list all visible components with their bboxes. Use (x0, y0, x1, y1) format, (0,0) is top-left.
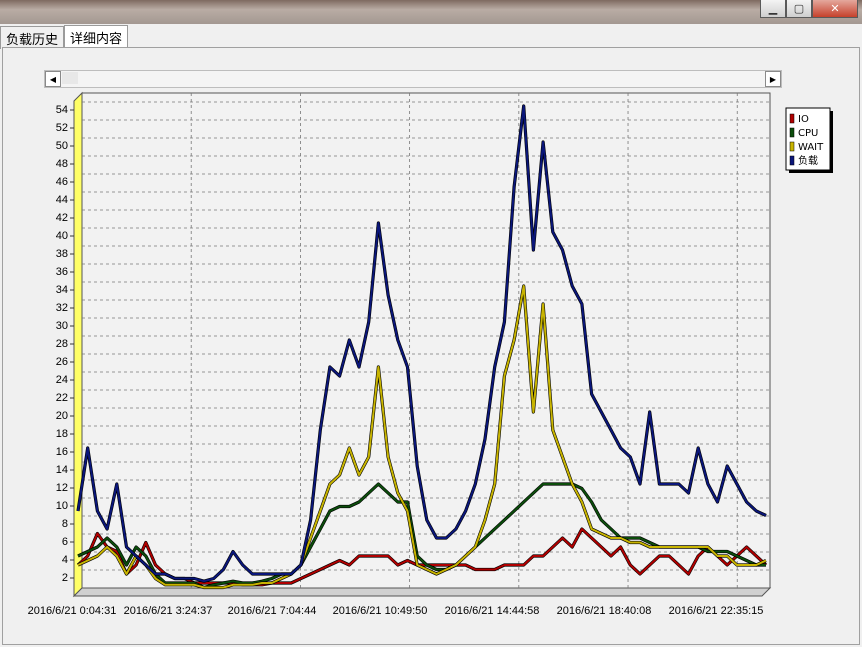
y-tick-label: 28 (56, 338, 68, 350)
x-tick-label: 2016/6/21 0:04:31 (28, 605, 117, 617)
y-tick-label: 18 (56, 428, 68, 440)
y-tick-label: 42 (56, 212, 68, 224)
chart-floor (72, 587, 772, 597)
y-tick-label: 8 (62, 518, 68, 530)
y-tick-label: 38 (56, 248, 68, 260)
y-tick-label: 30 (56, 320, 68, 332)
line-chart: 2468101214161820222426283032343638404244… (28, 91, 833, 617)
y-tick-label: 4 (62, 554, 68, 566)
y-tick-label: 12 (56, 482, 68, 494)
legend-swatch (789, 127, 795, 138)
legend-swatch (789, 155, 795, 166)
y-tick-label: 20 (56, 410, 68, 422)
y-tick-label: 52 (56, 122, 68, 134)
x-tick-label: 2016/6/21 7:04:44 (228, 605, 317, 617)
legend-swatch (789, 141, 795, 152)
y-tick-label: 6 (62, 536, 68, 548)
chart-left-wall (73, 91, 83, 598)
y-tick-label: 24 (56, 374, 68, 386)
y-tick-label: 34 (56, 284, 68, 296)
x-tick-label: 2016/6/21 14:44:58 (445, 605, 540, 617)
legend-label: 负载 (798, 154, 818, 167)
legend-label: CPU (798, 128, 818, 139)
y-tick-label: 46 (56, 176, 68, 188)
y-tick-label: 54 (56, 104, 68, 116)
y-tick-label: 26 (56, 356, 68, 368)
legend-label: WAIT (798, 142, 824, 153)
x-tick-label: 2016/6/21 10:49:50 (333, 605, 428, 617)
y-tick-label: 2 (62, 572, 68, 584)
y-tick-label: 22 (56, 392, 68, 404)
y-tick-label: 32 (56, 302, 68, 314)
x-tick-label: 2016/6/21 3:24:37 (124, 605, 213, 617)
y-tick-label: 10 (56, 500, 68, 512)
y-tick-label: 14 (56, 464, 68, 476)
y-tick-label: 48 (56, 158, 68, 170)
x-tick-label: 2016/6/21 22:35:15 (669, 605, 764, 617)
legend-label: IO (798, 114, 809, 125)
legend-swatch (789, 113, 795, 124)
y-tick-label: 50 (56, 140, 68, 152)
x-tick-label: 2016/6/21 18:40:08 (557, 605, 652, 617)
y-tick-label: 40 (56, 230, 68, 242)
y-tick-label: 36 (56, 266, 68, 278)
y-tick-label: 16 (56, 446, 68, 458)
y-tick-label: 44 (56, 194, 68, 206)
